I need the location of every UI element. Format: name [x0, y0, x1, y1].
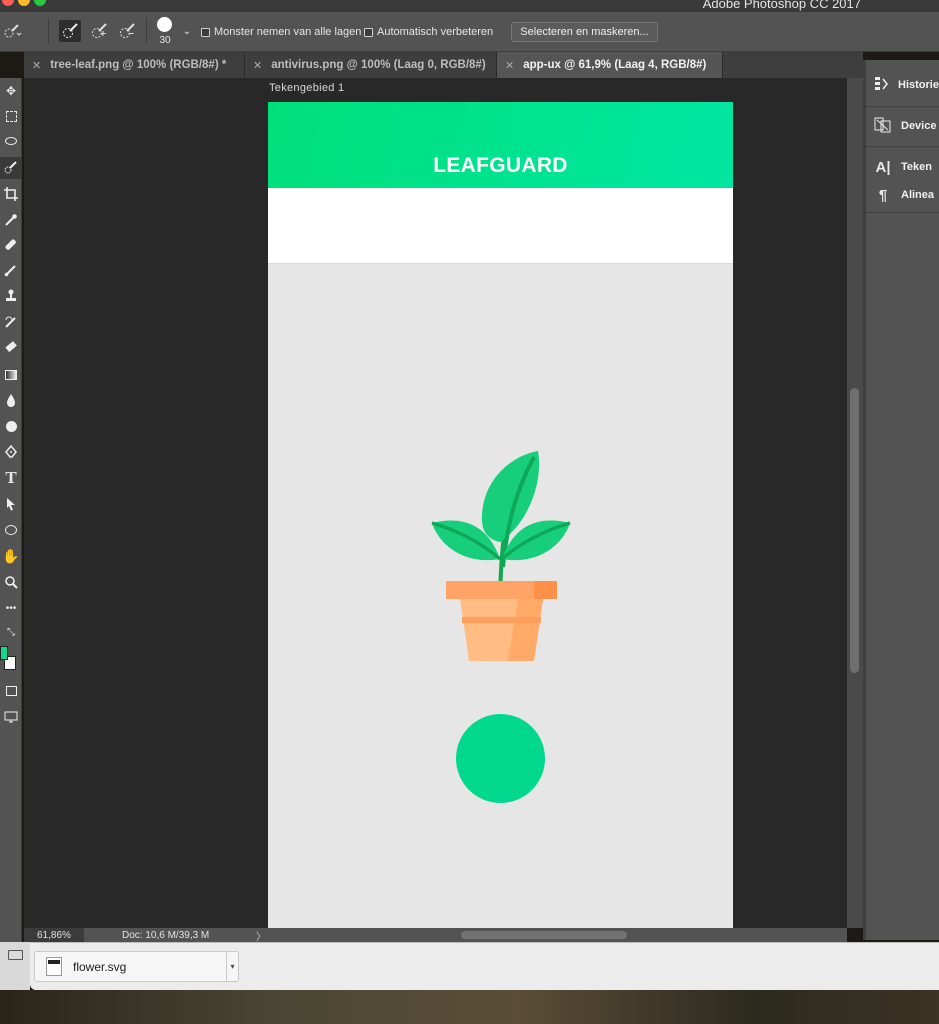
tab-label: antivirus.png @ 100% (Laag 0, RGB/8#): [271, 59, 486, 71]
lasso-tool-icon[interactable]: [0, 130, 22, 152]
quick-selection-preset-icon[interactable]: [2, 20, 24, 42]
history-brush-tool-icon[interactable]: [0, 311, 22, 333]
marquee-tool-icon[interactable]: [0, 105, 22, 127]
new-selection-icon[interactable]: [59, 20, 81, 42]
status-bar: 61,86% Doc: 10,6 M/39,3 M 〉: [24, 928, 847, 943]
title-bar: Adobe Photoshop CC 2017: [0, 0, 939, 12]
type-tool-icon[interactable]: T: [0, 467, 22, 489]
panel-label: Teken: [901, 161, 932, 173]
tab-app-ux[interactable]: ✕ app-ux @ 61,9% (Laag 4, RGB/8#): [497, 52, 723, 78]
panel-divider: [866, 212, 939, 213]
foreground-color-swatch[interactable]: [0, 646, 8, 660]
brush-size-picker[interactable]: 30: [155, 16, 175, 48]
desktop-background: [0, 990, 939, 1024]
zoom-tool-icon[interactable]: [0, 571, 22, 593]
download-bar: flower.svg ▾: [30, 942, 939, 990]
panel-label: Historie: [898, 79, 939, 91]
dock-strip: [0, 942, 30, 990]
status-menu-arrow[interactable]: 〉: [256, 928, 266, 943]
options-divider: [146, 18, 147, 44]
hand-tool-icon[interactable]: ✋: [0, 545, 22, 567]
chevron-down-icon[interactable]: ⌄: [176, 20, 198, 42]
gradient-tool-icon[interactable]: [0, 364, 22, 386]
device-preview-icon: [872, 117, 894, 136]
panel-device-preview[interactable]: Device: [866, 115, 939, 137]
history-icon: [872, 76, 891, 95]
checkbox-box[interactable]: [201, 27, 210, 37]
vertical-scrollbar[interactable]: [847, 78, 863, 928]
download-filename: flower.svg: [73, 959, 127, 974]
select-and-mask-button[interactable]: Selecteren en maskeren...: [511, 22, 658, 42]
artboard-label[interactable]: Tekengebied 1: [269, 82, 344, 94]
artboard[interactable]: LEAFGUARD: [268, 102, 733, 928]
panel-paragraph[interactable]: ¶ Alinea: [866, 184, 939, 206]
app-title: Adobe Photoshop CC 2017: [702, 0, 861, 11]
tab-antivirus[interactable]: ✕ antivirus.png @ 100% (Laag 0, RGB/8#): [245, 52, 497, 78]
sample-all-layers-checkbox[interactable]: Monster nemen van alle lagen: [201, 25, 361, 39]
svg-file-icon: [46, 957, 62, 976]
zoom-level[interactable]: 61,86%: [24, 928, 84, 942]
panel-character[interactable]: A| Teken: [866, 156, 939, 178]
panel-history[interactable]: Historie: [866, 74, 939, 96]
tab-label: app-ux @ 61,9% (Laag 4, RGB/8#): [523, 59, 707, 71]
horizontal-scroll-thumb[interactable]: [461, 931, 627, 939]
brush-size-value: 30: [159, 35, 171, 46]
close-window-button[interactable]: [2, 0, 14, 6]
green-circle-button[interactable]: [456, 714, 545, 803]
collapsed-panels: Historie Device A| Teken ¶ Alinea: [866, 60, 939, 940]
close-icon[interactable]: ✕: [32, 59, 41, 72]
options-divider: [48, 18, 49, 44]
brush-tip-icon: [157, 17, 172, 32]
crop-tool-icon[interactable]: [0, 183, 22, 205]
minimize-window-button[interactable]: [18, 0, 30, 6]
potted-plant-illustration[interactable]: [426, 447, 574, 672]
zoom-window-button[interactable]: [34, 0, 46, 6]
close-icon[interactable]: ✕: [505, 59, 514, 72]
white-bar-layer[interactable]: [268, 188, 733, 264]
auto-enhance-checkbox[interactable]: Automatisch verbeteren: [364, 25, 493, 39]
panel-label: Device: [901, 120, 937, 132]
document-tabs: ✕ tree-leaf.png @ 100% (RGB/8#) * ✕ anti…: [24, 52, 863, 78]
vertical-scroll-thumb[interactable]: [850, 388, 859, 673]
tab-label: tree-leaf.png @ 100% (RGB/8#) *: [50, 59, 227, 71]
more-tools-icon[interactable]: •••: [0, 597, 22, 619]
swap-colors-icon[interactable]: ⤡: [0, 621, 22, 643]
dodge-tool-icon[interactable]: [0, 415, 22, 437]
document-size[interactable]: Doc: 10,6 M/39,3 M: [122, 928, 209, 942]
quick-selection-tool-icon[interactable]: [0, 157, 22, 179]
checkbox-box[interactable]: [364, 27, 373, 37]
panel-label: Alinea: [901, 189, 935, 201]
add-to-selection-icon[interactable]: [88, 20, 110, 42]
screen-mode-icon[interactable]: [0, 706, 22, 728]
sample-all-layers-label: Monster nemen van alle lagen: [214, 26, 362, 38]
clone-stamp-tool-icon[interactable]: [0, 285, 22, 307]
ellipse-tool-icon[interactable]: [0, 519, 22, 541]
close-icon[interactable]: ✕: [253, 59, 262, 72]
download-item[interactable]: flower.svg ▾: [34, 951, 239, 982]
tab-tree-leaf[interactable]: ✕ tree-leaf.png @ 100% (RGB/8#) *: [24, 52, 245, 78]
laptop-icon: [8, 950, 23, 960]
eyedropper-tool-icon[interactable]: [0, 209, 22, 231]
healing-brush-tool-icon[interactable]: [0, 234, 22, 256]
app-name-heading: LEAFGUARD: [433, 154, 568, 177]
panel-divider: [866, 106, 939, 107]
brush-tool-icon[interactable]: [0, 259, 22, 281]
auto-enhance-label: Automatisch verbeteren: [377, 26, 494, 38]
character-icon: A|: [875, 158, 891, 176]
blur-tool-icon[interactable]: [0, 389, 22, 411]
paragraph-icon: ¶: [878, 186, 888, 204]
quick-mask-icon[interactable]: [0, 680, 22, 702]
path-selection-tool-icon[interactable]: [0, 493, 22, 515]
subtract-from-selection-icon[interactable]: [116, 20, 138, 42]
app-header-bar[interactable]: LEAFGUARD: [268, 102, 733, 188]
eraser-tool-icon[interactable]: [0, 337, 22, 359]
tools-panel: ✥ T ✋ ••• ⤡: [0, 78, 22, 942]
options-bar: 30 ⌄ Monster nemen van alle lagen Automa…: [0, 12, 939, 52]
move-tool-icon[interactable]: ✥: [0, 80, 22, 102]
panel-divider: [866, 146, 939, 147]
chevron-down-icon[interactable]: ▾: [226, 952, 238, 981]
pen-tool-icon[interactable]: [0, 441, 22, 463]
